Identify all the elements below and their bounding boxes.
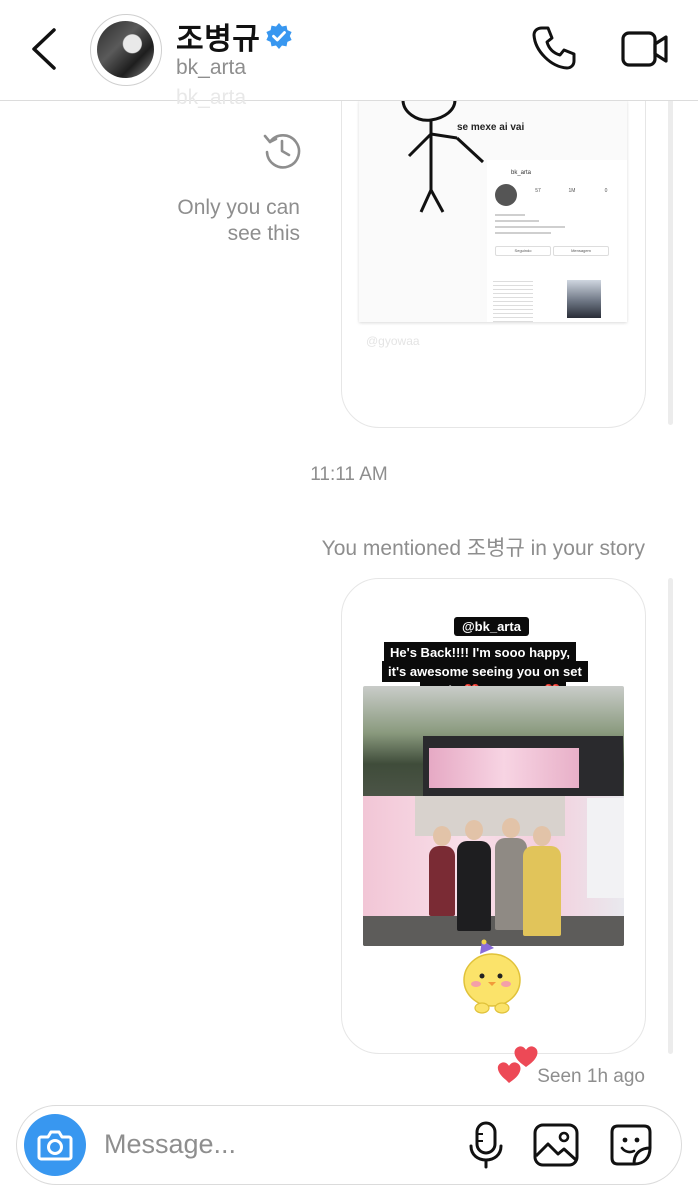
story-watermark: @gyowaa [366, 334, 420, 348]
story-preview-image[interactable]: se mexe ai vai bk_arta 57 1M 0 Seguindo … [359, 100, 627, 322]
heart-reaction-icon[interactable] [492, 1040, 540, 1084]
gallery-icon[interactable] [532, 1122, 580, 1168]
camera-button[interactable] [24, 1114, 86, 1176]
person-head [502, 818, 520, 838]
avatar[interactable] [90, 14, 162, 86]
camera-icon [37, 1130, 73, 1161]
chat-username-ghost: bk_arta [176, 86, 247, 109]
person-head [433, 826, 451, 846]
embedded-message-button: Mensagem [553, 246, 609, 256]
story-caption-line: He's Back!!!! I'm sooo happy, [384, 642, 577, 663]
embedded-bio-line [495, 220, 539, 222]
story-caption-line: it's awesome seeing you on set [382, 661, 588, 682]
seen-status: Seen 1h ago [537, 1066, 645, 1087]
story-photo[interactable] [363, 686, 624, 946]
chick-sticker [463, 939, 521, 1014]
back-arrow-icon[interactable] [26, 26, 66, 72]
embedded-bio-line [495, 214, 525, 216]
scroll-indicator [668, 90, 673, 425]
chat-header: 조병규 bk_arta bk_arta [0, 0, 698, 109]
video-camera-icon[interactable] [620, 28, 670, 70]
meme-caption: se mexe ai vai [457, 122, 525, 133]
embedded-grid-photo [567, 280, 601, 318]
message-timestamp: 11:11 AM [310, 464, 388, 485]
truck-cab [587, 798, 624, 898]
microphone-icon[interactable] [466, 1120, 506, 1170]
story-mention-label: You mentioned 조병규 in your story [321, 537, 645, 560]
person-head [465, 820, 483, 840]
verified-badge-icon [266, 23, 292, 49]
story-mention-tag: @bk_arta [454, 617, 529, 636]
embedded-bio-line [495, 226, 565, 228]
embedded-grid-post [493, 278, 533, 322]
stick-figure-drawing [401, 100, 485, 213]
chat-username: bk_arta [176, 56, 247, 79]
embedded-following-button: Seguindo [495, 246, 551, 256]
person-head [533, 826, 551, 846]
history-icon [263, 134, 301, 169]
scroll-indicator [668, 578, 673, 1054]
embedded-stat: 57 [535, 188, 541, 194]
truck-banner [429, 748, 579, 788]
embedded-stat: 0 [604, 188, 608, 194]
embedded-avatar [495, 184, 517, 206]
embedded-username: bk_arta [511, 170, 532, 176]
message-input[interactable] [104, 1124, 434, 1164]
sticker-icon[interactable] [606, 1120, 656, 1170]
embedded-stat: 1M [568, 188, 576, 194]
private-note: Only you can see this [177, 196, 300, 245]
embedded-stats: 57 1M 0 [523, 188, 623, 202]
person [457, 841, 491, 931]
person [523, 846, 561, 936]
embedded-bio-line [495, 232, 551, 234]
phone-icon[interactable] [530, 24, 578, 72]
embedded-profile-screenshot: bk_arta 57 1M 0 Seguindo Mensagem [487, 160, 627, 322]
person [429, 846, 455, 916]
chat-title[interactable]: 조병규 [176, 14, 260, 58]
